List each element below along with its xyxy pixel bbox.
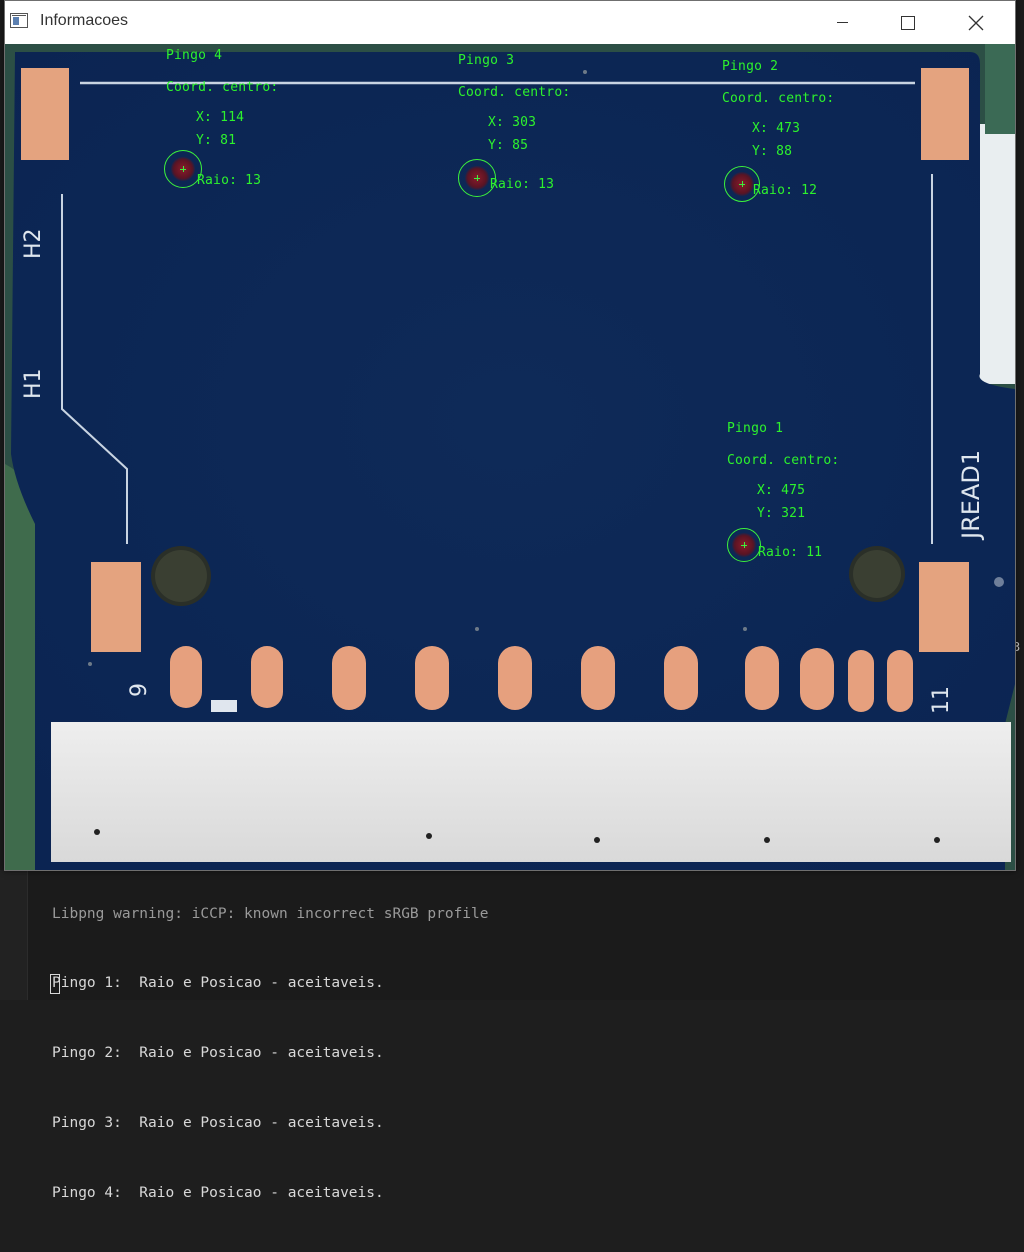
- drop-1-radius: Raio: 11: [758, 545, 823, 560]
- drop-4-radius: Raio: 13: [197, 173, 262, 188]
- silk-jread1: JREAD1: [957, 449, 985, 539]
- console-cursor[interactable]: [50, 974, 60, 994]
- console-line: Pingo 2: Raio e Posicao - aceitaveis.: [52, 1045, 384, 1062]
- silk-11: 11: [929, 686, 954, 714]
- drop-3-radius: Raio: 13: [490, 177, 555, 192]
- drop-1-heading: Pingo 1: [727, 421, 784, 436]
- console-line: Pingo 4: Raio e Posicao - aceitaveis.: [52, 1185, 384, 1202]
- title-bar[interactable]: Informacoes: [5, 1, 1015, 44]
- drop-3-y: Y: 85: [488, 138, 529, 153]
- console-line: Pingo 3: Raio e Posicao - aceitaveis.: [52, 1115, 384, 1132]
- silk-9: 9: [127, 683, 152, 697]
- pcb-image: [5, 44, 1015, 870]
- silk-h2: H2: [21, 228, 46, 259]
- maximize-button[interactable]: [885, 1, 931, 44]
- drop-4-y: Y: 81: [196, 133, 237, 148]
- console-gutter: [0, 870, 28, 1000]
- drop-4-coord-label: Coord. centro:: [166, 80, 279, 95]
- console-line-ghost: Libpng warning: iCCP: known incorrect sR…: [52, 905, 489, 922]
- drop-1-circle: [727, 528, 761, 562]
- window-title: Informacoes: [40, 12, 129, 29]
- drop-1-coord-label: Coord. centro:: [727, 453, 840, 468]
- minimize-button[interactable]: [819, 1, 865, 44]
- maximize-icon: [901, 15, 915, 30]
- drop-1-x: X: 475: [757, 483, 806, 498]
- minimize-icon: [836, 22, 848, 23]
- image-viewport: H2 H1 JREAD1 9 11 Pingo 4 Coord. centro:…: [5, 44, 1015, 870]
- drop-2-heading: Pingo 2: [722, 59, 779, 74]
- drop-2-y: Y: 88: [752, 144, 793, 159]
- silk-h1: H1: [21, 368, 46, 399]
- app-window-icon: [10, 13, 28, 28]
- drop-2-x: X: 473: [752, 121, 801, 136]
- drop-2-radius: Raio: 12: [753, 183, 818, 198]
- drop-2-coord-label: Coord. centro:: [722, 91, 835, 106]
- drop-4-x: X: 114: [196, 110, 245, 125]
- drop-3-heading: Pingo 3: [458, 53, 515, 68]
- drop-4-heading: Pingo 4: [166, 48, 223, 63]
- console-line: Pingo 1: Raio e Posicao - aceitaveis.: [52, 975, 384, 992]
- drop-3-coord-label: Coord. centro:: [458, 85, 571, 100]
- drop-1-y: Y: 321: [757, 506, 806, 521]
- drop-3-x: X: 303: [488, 115, 537, 130]
- console-output: Libpng warning: iCCP: known incorrect sR…: [52, 856, 489, 1252]
- close-icon: [968, 15, 984, 31]
- close-button[interactable]: [953, 1, 999, 44]
- image-window[interactable]: Informacoes H2 H1 JREAD1 9 11 Pingo 4 Co…: [4, 0, 1016, 871]
